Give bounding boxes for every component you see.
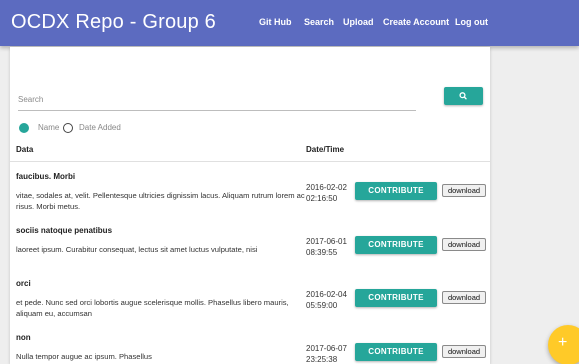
- contribute-button[interactable]: CONTRIBUTE: [355, 343, 437, 361]
- nav-link-github[interactable]: Git Hub: [259, 17, 292, 27]
- row-time: 08:39:55: [306, 248, 338, 257]
- row-description: vitae, sodales at, velit. Pellentesque u…: [16, 191, 305, 211]
- sort-radio-name[interactable]: [19, 123, 29, 133]
- table-row: sociis natoque penatibus laoreet ipsum. …: [10, 216, 490, 270]
- row-title: sociis natoque penatibus: [16, 226, 113, 235]
- row-date: 2016-02-04: [306, 290, 347, 299]
- table-row: orci et pede. Nunc sed orci lobortis aug…: [10, 269, 490, 323]
- floating-action-button[interactable]: +: [548, 325, 579, 364]
- row-date: 2017-06-07: [306, 344, 347, 353]
- main-card: Name Date Added Data Date/Time faucibus.…: [10, 47, 490, 364]
- row-time: 05:59:00: [306, 301, 338, 310]
- download-button[interactable]: download: [442, 184, 486, 197]
- table-row: non Nulla tempor augue ac ipsum. Phasell…: [10, 323, 490, 364]
- row-title: non: [16, 333, 31, 342]
- row-description: laoreet ipsum. Curabitur consequat, lect…: [16, 245, 258, 254]
- sort-radio-date-added[interactable]: [63, 123, 73, 133]
- search-button[interactable]: [444, 87, 483, 105]
- search-input[interactable]: [18, 89, 416, 111]
- column-header-data: Data: [16, 145, 34, 154]
- nav-link-upload[interactable]: Upload: [343, 17, 374, 27]
- nav-link-log-out[interactable]: Log out: [455, 17, 488, 27]
- row-title: faucibus. Morbi: [16, 172, 76, 181]
- row-time: 02:16:50: [306, 194, 338, 203]
- contribute-button[interactable]: CONTRIBUTE: [355, 236, 437, 254]
- row-time: 23:25:38: [306, 355, 338, 364]
- nav-link-create-account[interactable]: Create Account: [383, 17, 449, 27]
- contribute-button[interactable]: CONTRIBUTE: [355, 289, 437, 307]
- plus-icon: +: [558, 334, 568, 351]
- download-button[interactable]: download: [442, 238, 486, 251]
- row-datetime: 2016-02-02 02:16:50: [306, 182, 356, 204]
- row-description: et pede. Nunc sed orci lobortis augue sc…: [16, 298, 289, 318]
- row-date: 2016-02-02: [306, 183, 347, 192]
- download-button[interactable]: download: [442, 345, 486, 358]
- contribute-button[interactable]: CONTRIBUTE: [355, 182, 437, 200]
- column-header-datetime: Date/Time: [306, 145, 345, 154]
- app-title[interactable]: OCDX Repo - Group 6: [11, 11, 216, 34]
- row-datetime: 2017-06-01 08:39:55: [306, 236, 356, 258]
- table-row: faucibus. Morbi vitae, sodales at, velit…: [10, 162, 490, 216]
- row-description: Nulla tempor augue ac ipsum. Phasellus: [16, 352, 152, 361]
- search-icon: [459, 92, 467, 100]
- sort-label-name: Name: [38, 123, 60, 132]
- row-date: 2017-06-01: [306, 237, 347, 246]
- sort-label-date-added: Date Added: [79, 123, 121, 132]
- download-button[interactable]: download: [442, 291, 486, 304]
- row-datetime: 2016-02-04 05:59:00: [306, 289, 356, 311]
- top-navbar: OCDX Repo - Group 6 Git Hub Search Uploa…: [0, 0, 579, 46]
- row-title: orci: [16, 279, 31, 288]
- row-datetime: 2017-06-07 23:25:38: [306, 343, 356, 364]
- nav-link-search[interactable]: Search: [304, 17, 334, 27]
